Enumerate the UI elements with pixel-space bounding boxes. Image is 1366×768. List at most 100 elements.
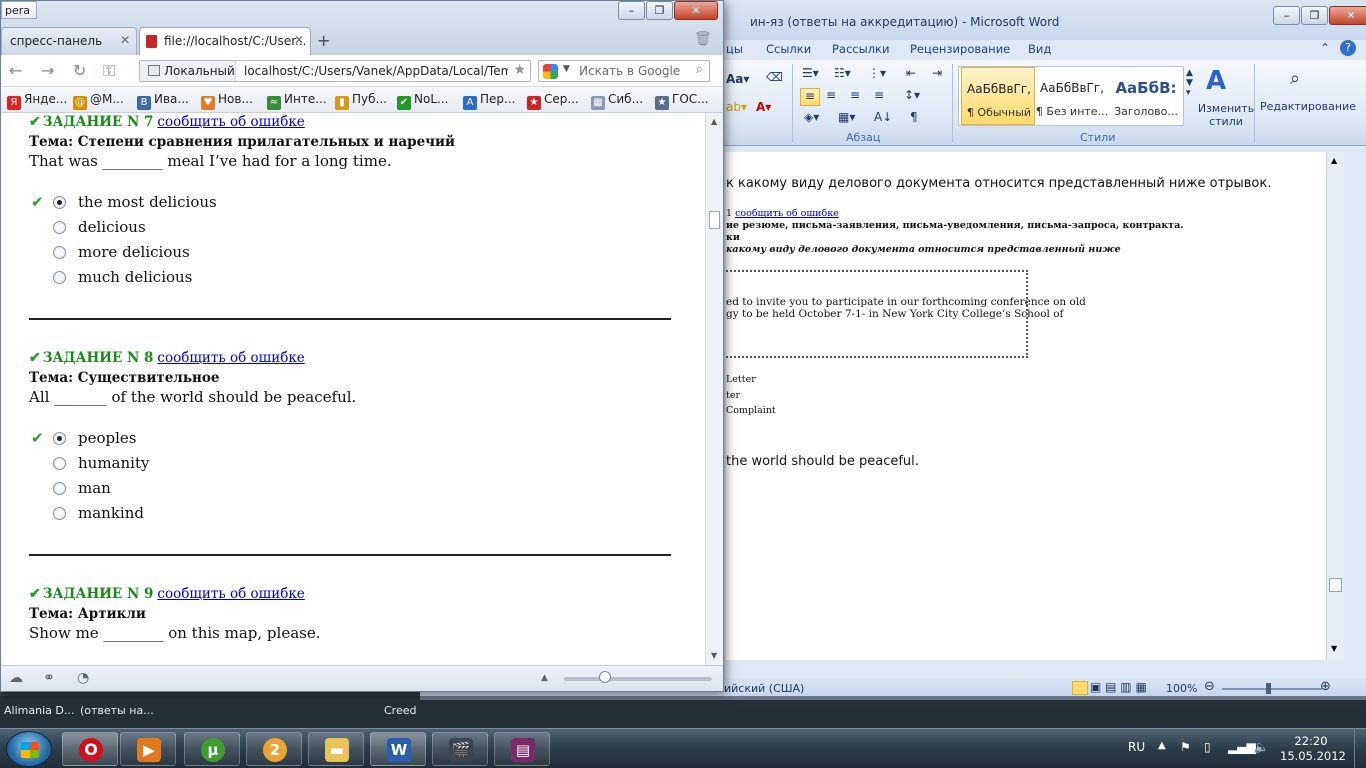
- search-placeholder[interactable]: Искать в Google: [579, 64, 680, 78]
- window-creed[interactable]: Creed: [384, 704, 416, 717]
- scroll-thumb[interactable]: [709, 211, 720, 229]
- clear-format-icon[interactable]: ⌫: [766, 70, 783, 84]
- styles-scroll-icon[interactable]: ▲ ▼ ▾: [1186, 68, 1193, 98]
- bookmark-nov[interactable]: ♥ Нов...: [201, 92, 253, 110]
- bookmark-pub[interactable]: ▮ Пуб...: [335, 92, 387, 110]
- page-vertical-scrollbar[interactable]: ▲ ▼: [705, 113, 723, 665]
- search-box[interactable]: ▼ Искать в Google ⌕: [538, 60, 710, 82]
- view-toggle-icon[interactable]: ▲: [541, 673, 548, 683]
- restore-icon[interactable]: ❐: [1301, 6, 1328, 25]
- align-left-icon[interactable]: ≡: [800, 88, 820, 106]
- new-tab-button[interactable]: +: [317, 31, 330, 50]
- taskbar-word[interactable]: W: [370, 732, 426, 766]
- tab-references[interactable]: Ссылки: [766, 42, 811, 56]
- radio-button[interactable]: [53, 246, 66, 259]
- close-icon[interactable]: ✕: [294, 33, 304, 47]
- window-alimania[interactable]: Alimania D...: [4, 704, 74, 717]
- align-center-icon[interactable]: ≡: [826, 88, 836, 102]
- radio-selected[interactable]: [53, 196, 66, 209]
- binoculars-icon[interactable]: ⌕: [1290, 68, 1300, 89]
- decrease-indent-icon[interactable]: ⇤: [906, 66, 916, 80]
- bookmark-per[interactable]: A Пер...: [463, 92, 515, 110]
- taskbar-utorrent[interactable]: µ: [184, 732, 240, 766]
- sort-icon[interactable]: A↓: [874, 110, 892, 124]
- bookmark-sib[interactable]: ▦ Сиб...: [591, 92, 643, 110]
- doc-report-link[interactable]: сообщить об ошибке: [735, 208, 839, 219]
- scroll-thumb[interactable]: [1329, 578, 1342, 592]
- chevron-down-icon[interactable]: ▼: [563, 64, 570, 74]
- font-size-grow-icon[interactable]: Aa▾: [726, 72, 749, 86]
- minimize-icon[interactable]: –: [618, 1, 645, 20]
- show-desktop-button[interactable]: [1354, 729, 1366, 768]
- zoom-slider-knob[interactable]: [1266, 683, 1271, 694]
- radio-button[interactable]: [53, 221, 66, 234]
- style-no-spacing[interactable]: АаБбВвГг, ¶ Без инте...: [1035, 67, 1109, 125]
- opera-menu-button[interactable]: pera: [1, 1, 37, 19]
- zoom-slider-knob[interactable]: [599, 671, 611, 683]
- radio-selected[interactable]: [53, 432, 66, 445]
- line-spacing-icon[interactable]: ↕▾: [904, 88, 920, 102]
- change-styles-button[interactable]: Изменить стили: [1196, 102, 1256, 128]
- share-icon[interactable]: ⚭: [43, 670, 55, 686]
- language-indicator[interactable]: RU: [1128, 740, 1145, 754]
- address-bar[interactable]: Локальный localhost/C:/Users/Vanek/AppDa…: [139, 60, 531, 82]
- reload-icon[interactable]: ↻: [73, 61, 86, 80]
- taskbar-opera[interactable]: O: [62, 732, 118, 766]
- turbo-icon[interactable]: ◔: [77, 670, 89, 686]
- bookmark-inte[interactable]: ≈ Инте...: [267, 92, 327, 110]
- start-button[interactable]: [6, 731, 52, 767]
- key-icon[interactable]: ⚿: [103, 61, 115, 81]
- highlight-icon[interactable]: ab▾: [726, 100, 747, 114]
- tab-layout[interactable]: цы: [726, 42, 743, 56]
- address-url[interactable]: localhost/C:/Users/Vanek/AppData/Local/T…: [244, 64, 508, 78]
- tab-local-file[interactable]: file://localhost/C:/User... ✕: [139, 27, 311, 55]
- ribbon-minimize-icon[interactable]: ⌃: [1320, 41, 1330, 55]
- word-document-page[interactable]: к какому виду делового документа относит…: [726, 152, 1326, 660]
- forward-icon[interactable]: →: [41, 61, 54, 80]
- align-right-icon[interactable]: ≡: [850, 88, 860, 102]
- report-error-link[interactable]: сообщить об ошибке: [157, 114, 304, 130]
- cloud-icon[interactable]: ☁: [9, 670, 23, 686]
- justify-icon[interactable]: ≡: [874, 88, 884, 102]
- increase-indent-icon[interactable]: ⇥: [932, 66, 942, 80]
- scroll-down-icon[interactable]: ▼: [711, 651, 717, 660]
- bullets-icon[interactable]: ☰▾: [802, 66, 819, 80]
- zoom-slider-track[interactable]: [564, 677, 712, 681]
- window-answers[interactable]: (ответы на...: [80, 704, 154, 717]
- bookmark-gos[interactable]: ★ ГОС...: [655, 92, 709, 110]
- bookmark-yandex[interactable]: Я Янде...: [7, 92, 67, 110]
- shading-icon[interactable]: ◈▾: [804, 110, 819, 124]
- scroll-up-icon[interactable]: ▲: [711, 117, 717, 126]
- device-icon[interactable]: ▯: [1204, 740, 1211, 754]
- pilcrow-icon[interactable]: ¶: [910, 110, 918, 124]
- restore-icon[interactable]: ❐: [646, 1, 673, 20]
- radio-button[interactable]: [53, 482, 66, 495]
- view-buttons-icon[interactable]: ▣ ▤ ▥ ▦: [1090, 680, 1147, 694]
- minimize-icon[interactable]: –: [1273, 6, 1300, 25]
- numbering-icon[interactable]: ☷▾: [834, 66, 851, 80]
- network-icon[interactable]: ▂▄▆: [1228, 740, 1256, 754]
- bookmark-vk[interactable]: B Ива...: [137, 92, 189, 110]
- status-language[interactable]: ийский (США): [724, 682, 804, 695]
- bookmark-mail[interactable]: @ @М...: [73, 92, 124, 110]
- editing-button[interactable]: Редактирование: [1260, 100, 1356, 113]
- zoom-in-icon[interactable]: ⊕: [1320, 679, 1331, 694]
- flag-icon[interactable]: ⚑: [1180, 740, 1191, 754]
- taskbar-download-manager[interactable]: 2: [246, 732, 302, 766]
- style-normal[interactable]: АаБбВвГг, ¶ Обычный: [961, 67, 1035, 125]
- tab-mailings[interactable]: Рассылки: [832, 42, 889, 56]
- trash-icon[interactable]: 🗑: [694, 31, 712, 47]
- word-vertical-scrollbar[interactable]: ▲ ▼: [1326, 152, 1344, 660]
- multilevel-list-icon[interactable]: ⋮▾: [868, 66, 886, 80]
- zoom-out-icon[interactable]: ⊖: [1204, 679, 1215, 694]
- close-icon[interactable]: ✕: [120, 33, 130, 47]
- close-icon[interactable]: ✕: [674, 1, 718, 20]
- bookmark-nol[interactable]: ✔ NoL...: [397, 92, 448, 110]
- taskbar-video-pro[interactable]: 🎬: [432, 732, 488, 766]
- font-color-icon[interactable]: A▾: [756, 100, 771, 114]
- taskbar-explorer[interactable]: ▬: [308, 732, 364, 766]
- close-icon[interactable]: ✕: [1329, 6, 1366, 25]
- change-styles-icon[interactable]: A: [1206, 66, 1226, 96]
- report-error-link[interactable]: сообщить об ошибке: [157, 350, 304, 366]
- chevron-up-icon[interactable]: ▲: [1158, 740, 1166, 751]
